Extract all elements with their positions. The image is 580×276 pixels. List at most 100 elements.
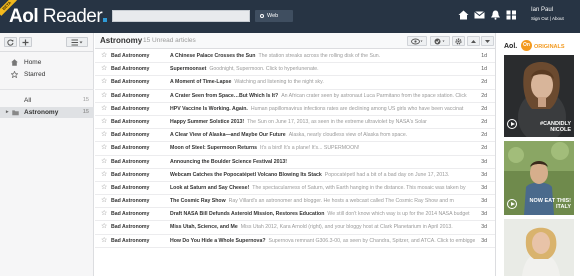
article-source: Bad Astronomy (111, 66, 150, 73)
star-icon[interactable]: ☆ (101, 129, 107, 141)
add-feed-button[interactable] (19, 37, 32, 47)
logo-brand: Aol (9, 6, 39, 27)
chevron-down-icon (485, 40, 490, 43)
mail-icon[interactable] (474, 10, 485, 20)
article-text: A Clear View of Alaska—and Maybe Our Fut… (170, 129, 475, 141)
article-title: A Moment of Time-Lapse (170, 79, 232, 86)
star-icon[interactable]: ☆ (101, 208, 107, 220)
article-text: The Cosmic Ray Show Ray Villard's an astr… (170, 195, 475, 207)
sidebar-item-home[interactable]: Home (0, 57, 94, 68)
view-mode-button[interactable] (407, 36, 427, 46)
article-text: HPV Vaccine Is Working. Again. Human papi… (170, 103, 475, 115)
grid-icon[interactable] (506, 10, 517, 20)
aol-on-header[interactable]: Aol. On ORIGINALS (504, 39, 574, 53)
refresh-button[interactable] (4, 37, 17, 47)
ad-column: Aol. On ORIGINALS #CANDIDLY NICOLE NOW E… (495, 33, 580, 276)
originals-label: ORIGINALS (534, 44, 565, 50)
play-icon[interactable] (507, 119, 517, 129)
article-text: A Chinese Palace Crosses the Sun The stat… (170, 50, 475, 62)
ad-tile-3[interactable] (504, 219, 574, 276)
article-row[interactable]: ☆ Bad Astronomy The Cosmic Ray Show Ray Vil… (95, 195, 495, 209)
article-date: 3d (481, 158, 487, 165)
article-source: Bad Astronomy (111, 132, 150, 139)
article-title: Miss Utah, Science, and Me (170, 224, 238, 231)
article-text: Draft NASA Bill Defunds Asteroid Mission… (170, 208, 475, 220)
next-article-button[interactable] (481, 36, 494, 46)
app-logo[interactable]: Aol Reader (9, 6, 108, 27)
chevron-right-icon[interactable]: ▸ (6, 107, 9, 118)
sidebar-divider (0, 51, 94, 52)
home-icon[interactable] (458, 10, 469, 20)
ad-tile-now-eat-this[interactable]: NOW EAT THIS! ITALY (504, 141, 574, 215)
star-icon[interactable]: ☆ (101, 182, 107, 194)
article-row[interactable]: ☆ Bad Astronomy Webcam Catches the Popocat… (95, 169, 495, 182)
star-icon[interactable]: ☆ (101, 235, 107, 247)
unread-count: 15 (82, 97, 89, 103)
article-row[interactable]: ☆ Bad Astronomy Moon of Steel: Supermoon R… (95, 142, 495, 156)
star-icon[interactable]: ☆ (101, 221, 107, 233)
article-source: Bad Astronomy (111, 198, 150, 205)
article-snippet: Watching and listening to the night sky. (234, 79, 324, 86)
article-row[interactable]: ☆ Bad Astronomy Happy Summer Solstice 2013… (95, 116, 495, 130)
settings-button[interactable] (452, 36, 465, 46)
article-snippet: Ray Villard's an astronomer and blogger.… (228, 198, 454, 205)
search-icon (260, 14, 264, 18)
star-icon[interactable]: ☆ (101, 63, 107, 75)
article-title: Moon of Steel: Supermoon Returns (170, 145, 258, 152)
star-icon[interactable]: ☆ (101, 76, 107, 88)
star-icon[interactable]: ☆ (101, 116, 107, 128)
star-icon[interactable]: ☆ (101, 195, 107, 207)
article-date: 2d (481, 92, 487, 99)
sidebar-item-all[interactable]: All 15 (0, 95, 94, 106)
article-snippet: It's a bird! It's a plane! It's... SUPER… (260, 145, 360, 152)
mark-read-button[interactable] (430, 36, 450, 46)
article-title: Happy Summer Solstice 2013! (170, 118, 245, 125)
article-title: Webcam Catches the Popocatépetl Volcano … (170, 171, 322, 178)
article-row[interactable]: ☆ Bad Astronomy Announcing the Boulder Sci… (95, 156, 495, 169)
about-link[interactable]: About (552, 16, 564, 21)
article-row[interactable]: ☆ Bad Astronomy How Do You Hide a Whole Su… (95, 235, 495, 248)
sidebar-item-label: All (24, 97, 32, 104)
article-row[interactable]: ☆ Bad Astronomy A Clear View of Alaska—and… (95, 129, 495, 143)
article-snippet: Miss Utah 2012, Kara Arnold (right), and… (240, 224, 453, 231)
article-snippet: An African crater seen by astronaut Luca… (281, 92, 467, 99)
star-icon[interactable]: ☆ (101, 169, 107, 181)
chevron-up-icon (471, 40, 476, 43)
web-search-button[interactable]: Web (255, 10, 293, 22)
list-options-button[interactable] (66, 37, 88, 47)
sidebar-item-starred[interactable]: Starred (0, 69, 94, 80)
article-row[interactable]: ☆ Bad Astronomy Draft NASA Bill Defunds As… (95, 208, 495, 222)
article-title: Announcing the Boulder Science Festival … (170, 158, 288, 165)
sidebar: Home Starred All 15 ▸ Astronomy 15 (0, 33, 94, 276)
play-icon[interactable] (507, 199, 517, 209)
user-links: Sign Out | About (531, 16, 564, 21)
star-icon[interactable]: ☆ (101, 50, 107, 62)
article-row[interactable]: ☆ Bad Astronomy Miss Utah, Science, and Me… (95, 221, 495, 235)
woman-photo (504, 219, 574, 276)
search-input[interactable] (112, 10, 250, 22)
article-date: 3d (481, 211, 487, 218)
article-row[interactable]: ☆ Bad Astronomy A Chinese Palace Crosses t… (95, 50, 495, 64)
article-text: A Crater Seen from Space…But Which Is It… (170, 90, 475, 102)
article-date: 3d (481, 198, 487, 205)
article-text: Webcam Catches the Popocatépetl Volcano … (170, 169, 475, 181)
article-row[interactable]: ☆ Bad Astronomy HPV Vaccine Is Working. Ag… (95, 103, 495, 116)
ad-tile-candidly-nicole[interactable]: #CANDIDLY NICOLE (504, 55, 574, 137)
article-row[interactable]: ☆ Bad Astronomy Look at Saturn and Say Che… (95, 182, 495, 196)
article-row[interactable]: ☆ Bad Astronomy Supermoonset Goodnight, Sup… (95, 63, 495, 77)
star-icon[interactable]: ☆ (101, 90, 107, 102)
article-row[interactable]: ☆ Bad Astronomy A Moment of Time-Lapse Watc… (95, 76, 495, 90)
article-text: A Moment of Time-Lapse Watching and liste… (170, 76, 475, 88)
bell-icon[interactable] (490, 10, 501, 20)
previous-article-button[interactable] (467, 36, 480, 46)
star-icon[interactable]: ☆ (101, 142, 107, 154)
article-source: Bad Astronomy (111, 211, 150, 218)
star-icon[interactable]: ☆ (101, 103, 107, 115)
star-icon[interactable]: ☆ (101, 156, 107, 168)
folder-icon (12, 110, 19, 116)
gear-icon (455, 38, 462, 45)
article-text: Supermoonset Goodnight, Supermoon. Click … (170, 63, 475, 75)
sidebar-item-astronomy[interactable]: ▸ Astronomy 15 (0, 107, 94, 118)
sign-out-link[interactable]: Sign Out (531, 16, 549, 21)
article-row[interactable]: ☆ Bad Astronomy A Crater Seen from Space…B… (95, 90, 495, 103)
